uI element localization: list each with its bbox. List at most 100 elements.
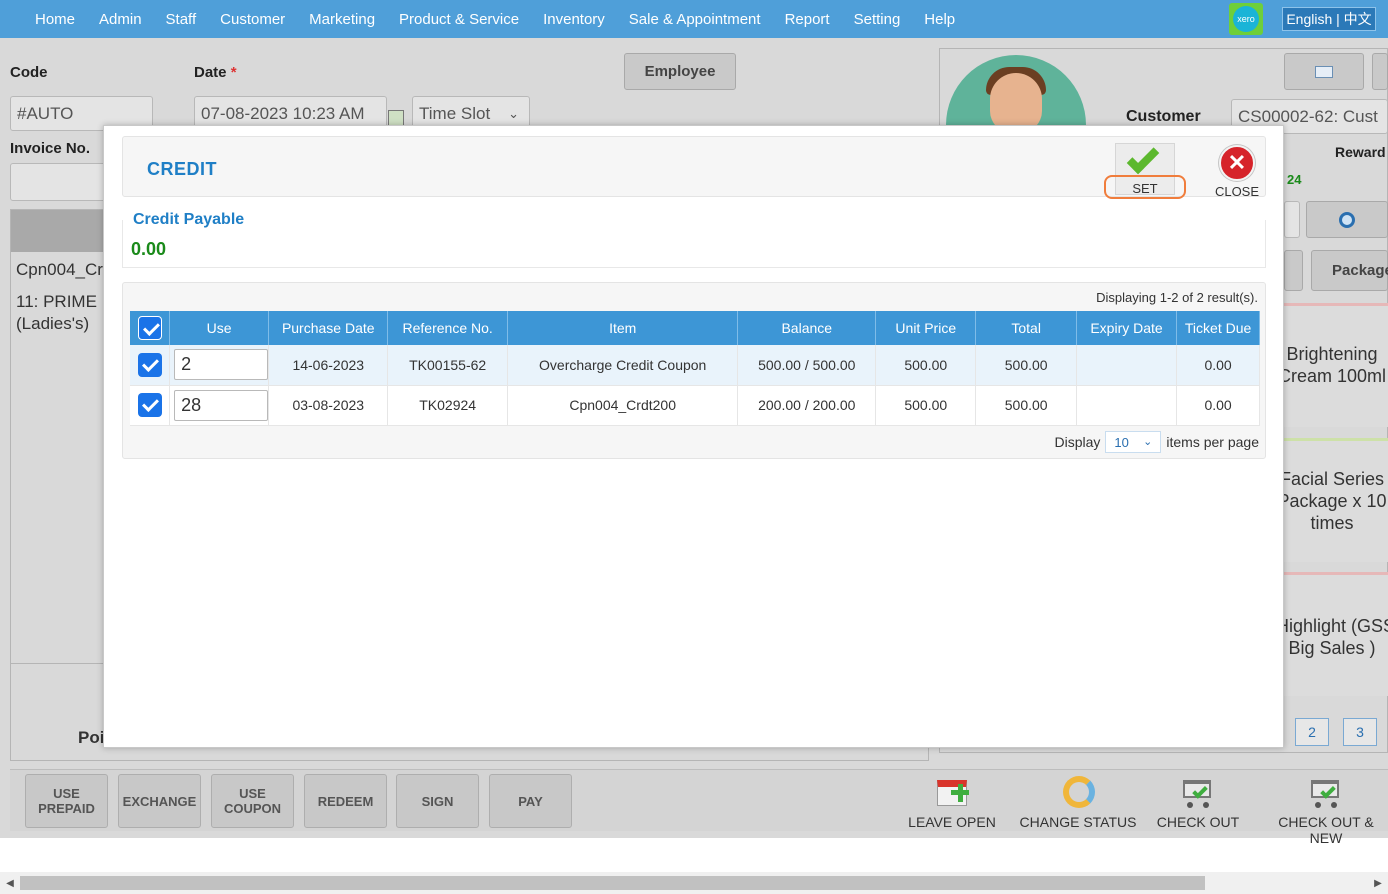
customer-label: Customer	[1126, 108, 1201, 125]
nav-product-service[interactable]: Product & Service	[399, 11, 519, 28]
check-out-label: CHECK OUT	[1156, 814, 1240, 830]
divider	[11, 663, 103, 664]
product-card-text: Highlight (GSS Big Sales )	[1284, 616, 1388, 658]
column-header: Item	[507, 311, 739, 345]
checkbox-checked-icon	[137, 352, 162, 377]
nav-marketing[interactable]: Marketing	[309, 11, 375, 28]
balance-cell: 200.00 / 200.00	[737, 385, 877, 426]
sign-button[interactable]: SIGN	[396, 774, 479, 828]
invoice-input[interactable]	[10, 163, 110, 201]
column-header: Total	[975, 311, 1077, 345]
per-page-label: items per page	[1166, 434, 1259, 450]
code-label: Code	[10, 64, 48, 81]
balance-cell: 500.00 / 500.00	[737, 345, 877, 386]
nav-setting[interactable]: Setting	[854, 11, 901, 28]
display-label: Display	[1054, 434, 1101, 450]
ticket-due-cell: 0.00	[1176, 345, 1260, 386]
xero-icon[interactable]: xero	[1229, 3, 1263, 35]
cart-row-text: (Ladies's)	[16, 314, 90, 333]
use-quantity-input[interactable]: 28	[174, 389, 269, 421]
redeem-button[interactable]: REDEEM	[304, 774, 387, 828]
horizontal-scrollbar[interactable]: ◀ ▶	[0, 872, 1388, 894]
scroll-right-icon[interactable]: ▶	[1371, 876, 1385, 890]
reference-cell: TK00155-62	[387, 345, 508, 386]
chevron-down-icon: ⌄	[508, 105, 520, 121]
card-icon	[1315, 65, 1333, 78]
tab-button[interactable]	[1284, 250, 1303, 291]
leave-open-label: LEAVE OPEN	[908, 814, 996, 830]
calendar-icon[interactable]	[388, 110, 404, 126]
column-header: Ticket Due	[1176, 311, 1260, 345]
change-status-label: CHANGE STATUS	[1019, 814, 1137, 830]
close-label: CLOSE	[1214, 184, 1260, 199]
column-header: Purchase Date	[268, 311, 389, 345]
unit-price-cell: 500.00	[875, 385, 977, 426]
language-switch[interactable]: English | 中文	[1282, 7, 1376, 31]
nav-home[interactable]: Home	[35, 11, 75, 28]
chevron-down-icon: ⌄	[1143, 436, 1153, 448]
pay-button[interactable]: PAY	[489, 774, 572, 828]
product-card[interactable]: Highlight (GSS Big Sales )	[1284, 572, 1388, 696]
exchange-button[interactable]: EXCHANGE	[118, 774, 201, 828]
set-highlight-marker	[1104, 175, 1186, 199]
nav-staff[interactable]: Staff	[166, 11, 197, 28]
use-quantity-input[interactable]: 2	[174, 349, 269, 381]
row-checkbox[interactable]	[130, 385, 171, 426]
product-card[interactable]: Brightening Cream 100ml	[1284, 303, 1388, 427]
page-size-value: 10	[1114, 434, 1129, 450]
column-header: Use	[169, 311, 270, 345]
reward-label: Reward	[1335, 144, 1386, 160]
product-card-text: Facial Series Package x 10 times	[1284, 469, 1387, 533]
product-card-text: Brightening Cream 100ml	[1284, 344, 1387, 386]
nav-help[interactable]: Help	[924, 11, 955, 28]
modal-header: CREDIT SET ✕ CLOSE	[122, 136, 1266, 199]
page-3-button[interactable]: 3	[1343, 718, 1377, 746]
search-input[interactable]	[1284, 201, 1300, 238]
credit-payable-label: Credit Payable	[133, 211, 249, 229]
expiry-cell	[1076, 345, 1178, 386]
table-row: 2 14-06-2023 TK00155-62 Overcharge Credi…	[130, 345, 1260, 386]
credit-payable-value: 0.00	[131, 239, 167, 259]
action-bar: USE PREPAID EXCHANGE USE COUPON REDEEM S…	[10, 769, 1388, 846]
package-tab[interactable]: Package	[1311, 250, 1388, 291]
cart-row-text: 11: PRIME	[16, 292, 97, 311]
employee-button[interactable]: Employee	[624, 53, 736, 90]
product-card[interactable]: Facial Series Package x 10 times	[1284, 438, 1388, 562]
nav-admin[interactable]: Admin	[99, 11, 142, 28]
card-icon-button[interactable]	[1284, 53, 1364, 90]
total-cell: 500.00	[975, 345, 1077, 386]
check-out-button[interactable]: CHECK OUT	[1153, 774, 1243, 830]
nav-report[interactable]: Report	[785, 11, 830, 28]
change-status-button[interactable]: CHANGE STATUS	[1018, 774, 1138, 830]
scrollbar-thumb[interactable]	[20, 876, 1205, 890]
select-all-checkbox[interactable]	[130, 311, 171, 345]
check-out-new-button[interactable]: CHECK OUT & NEW	[1264, 774, 1388, 846]
expiry-cell	[1076, 385, 1178, 426]
nav-customer[interactable]: Customer	[220, 11, 285, 28]
credit-table-panel: Displaying 1-2 of 2 result(s). Use Purch…	[122, 282, 1266, 459]
page-2-button[interactable]: 2	[1295, 718, 1329, 746]
scroll-left-icon[interactable]: ◀	[3, 876, 17, 890]
search-button[interactable]	[1306, 201, 1388, 238]
more-button[interactable]	[1372, 53, 1388, 90]
ticket-due-cell: 0.00	[1176, 385, 1260, 426]
modal-title: CREDIT	[147, 159, 217, 179]
customer-avatar	[946, 55, 1086, 125]
page-size-select[interactable]: 10 ⌄	[1105, 431, 1162, 453]
use-coupon-button[interactable]: USE COUPON	[211, 774, 294, 828]
cart-row-text: Cpn004_Cr	[16, 260, 103, 279]
search-icon	[1339, 211, 1355, 228]
total-cell: 500.00	[975, 385, 1077, 426]
item-cell: Cpn004_Crdt200	[507, 385, 739, 426]
nav-sale-appointment[interactable]: Sale & Appointment	[629, 11, 761, 28]
close-button[interactable]: ✕ CLOSE	[1201, 143, 1273, 199]
column-header: Balance	[737, 311, 877, 345]
nav-inventory[interactable]: Inventory	[543, 11, 605, 28]
reference-cell: TK02924	[387, 385, 508, 426]
use-prepaid-button[interactable]: USE PREPAID	[25, 774, 108, 828]
leave-open-button[interactable]: LEAVE OPEN	[903, 774, 1001, 830]
unit-price-cell: 500.00	[875, 345, 977, 386]
row-checkbox[interactable]	[130, 345, 171, 386]
refresh-icon	[1059, 774, 1097, 810]
column-header: Unit Price	[875, 311, 977, 345]
